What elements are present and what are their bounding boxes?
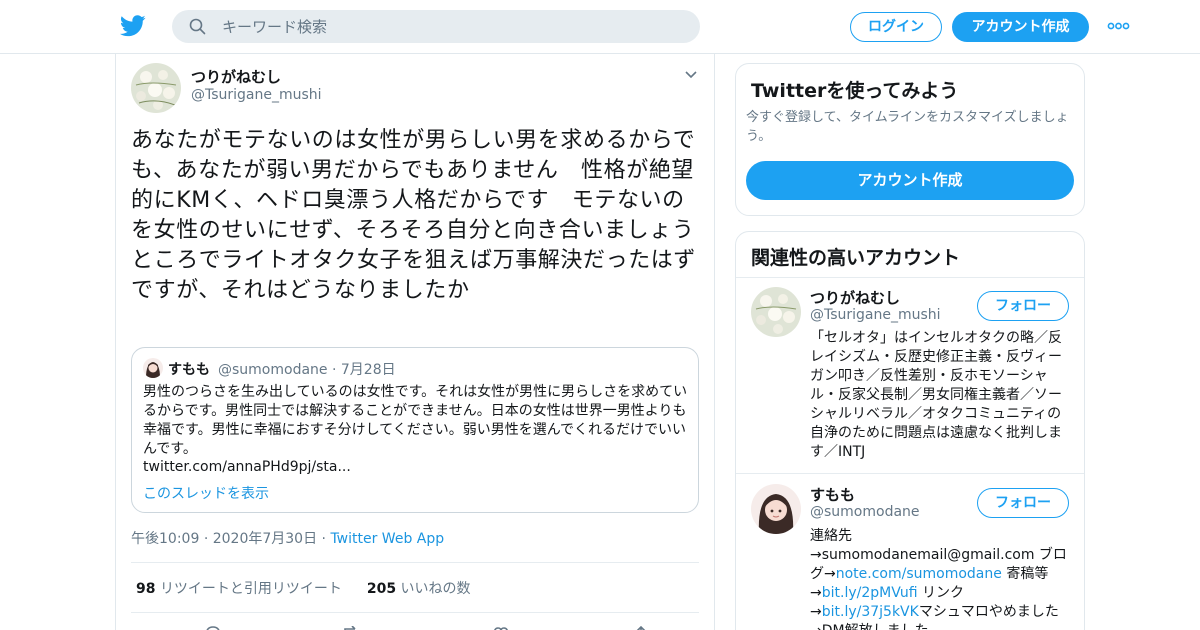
separator-dot: · xyxy=(331,362,337,378)
tweet-date[interactable]: 2020年7月30日 xyxy=(213,531,317,547)
separator-dot: · xyxy=(203,531,213,547)
tweet-metadata: 午後10:09 · 2020年7月30日 · Twitter Web App xyxy=(131,528,444,548)
quote-date: 7月28日 xyxy=(340,362,396,378)
related-account-avatar[interactable] xyxy=(751,484,801,534)
related-account-bio: 「セルオタ」はインセルオタクの略／反レイシズム・反歴史修正主義・反ヴィーガン叩き… xyxy=(810,330,1062,460)
divider xyxy=(736,277,1084,278)
tweet-time[interactable]: 午後10:09 xyxy=(131,531,199,547)
author-name[interactable]: つりがねむし xyxy=(191,66,281,87)
follow-button[interactable]: フォロー xyxy=(977,291,1069,321)
quote-handle-text: @sumomodane xyxy=(218,362,328,378)
bio-link[interactable]: bit.ly/2pMVufi xyxy=(822,585,918,601)
related-title: 関連性の高いアカウント xyxy=(751,247,961,269)
chevron-down-icon[interactable] xyxy=(684,70,698,80)
tweet-stats: 98 リツイートと引用リツイート 205 いいねの数 xyxy=(136,578,471,598)
bio-link[interactable]: bit.ly/37j5kVK xyxy=(822,604,919,620)
search-icon xyxy=(189,18,206,35)
divider xyxy=(131,562,699,563)
quote-avatar xyxy=(143,358,163,378)
top-bar: ログイン アカウント作成 xyxy=(0,0,1200,54)
author-avatar[interactable] xyxy=(131,63,181,113)
like-icon[interactable] xyxy=(491,626,511,630)
promo-description: 今すぐ登録して、タイムラインをカスタマイズしましょう。 xyxy=(746,110,1069,144)
bio-line: 連絡先 xyxy=(810,528,852,544)
search-bar[interactable] xyxy=(172,10,700,43)
like-stat[interactable]: 205 いいねの数 xyxy=(367,581,471,597)
tweet-text: あなたがモテないのは女性が男らしい男を求めるからでも、あなたが弱い男だからでもあ… xyxy=(131,128,718,303)
promo-title: Twitterを使ってみよう xyxy=(751,80,959,102)
search-input[interactable] xyxy=(222,10,682,43)
share-icon[interactable] xyxy=(631,626,651,630)
signup-promo-card: Twitterを使ってみよう 今すぐ登録して、タイムラインをカスタマイズしましょ… xyxy=(735,63,1085,216)
follow-button[interactable]: フォロー xyxy=(977,488,1069,518)
promo-signup-button[interactable]: アカウント作成 xyxy=(746,161,1074,200)
quote-author-handle: @sumomodane · 7月28日 xyxy=(218,359,396,379)
retweet-count: 98 xyxy=(136,581,156,597)
quote-author-name: すもも xyxy=(168,362,210,378)
twitter-bird-icon[interactable] xyxy=(120,14,146,38)
divider xyxy=(131,612,699,613)
quote-link[interactable]: twitter.com/annaPHd9pj/sta... xyxy=(143,459,351,475)
divider xyxy=(736,473,1084,474)
quote-text: 男性のつらさを生み出しているのは女性です。それは女性が男性に男らしさを求めている… xyxy=(143,384,688,457)
tweet-source-app[interactable]: Twitter Web App xyxy=(330,531,444,547)
related-accounts-card: 関連性の高いアカウント つりがねむし @Tsurigane_mushi フォロー… xyxy=(735,231,1085,630)
related-account-avatar[interactable] xyxy=(751,287,801,337)
quoted-tweet[interactable]: すもも @sumomodane · 7月28日 男性のつらさを生み出しているのは… xyxy=(131,347,699,513)
author-handle[interactable]: @Tsurigane_mushi xyxy=(191,87,322,103)
related-account-name[interactable]: すもも xyxy=(810,484,855,505)
related-account-bio: 連絡先 →sumomodanemail@gmail.com ブログ→note.c… xyxy=(810,527,1072,630)
bio-link[interactable]: note.com/sumomodane xyxy=(836,566,1002,582)
retweet-stat[interactable]: 98 リツイートと引用リツイート xyxy=(136,581,342,597)
retweet-icon[interactable] xyxy=(341,626,361,630)
bio-text: →sumomodanemail@gmail.com ブログ→note.com/s… xyxy=(810,546,1072,630)
related-account-name[interactable]: つりがねむし xyxy=(810,287,900,308)
retweet-label: リツイートと引用リツイート xyxy=(159,581,342,597)
tweet-detail: つりがねむし @Tsurigane_mushi あなたがモテないのは女性が男らし… xyxy=(115,54,718,630)
related-account-handle[interactable]: @sumomodane xyxy=(810,504,920,520)
like-count: 205 xyxy=(366,581,397,597)
reply-icon[interactable] xyxy=(203,626,223,630)
signup-button[interactable]: アカウント作成 xyxy=(952,12,1089,42)
related-account-handle[interactable]: @Tsurigane_mushi xyxy=(810,307,941,323)
like-label: いいねの数 xyxy=(400,581,471,597)
login-button[interactable]: ログイン xyxy=(850,12,942,42)
tweet-actions xyxy=(131,626,699,630)
show-thread-link[interactable]: このスレッドを表示 xyxy=(143,483,269,503)
more-options-icon[interactable] xyxy=(1107,22,1130,30)
